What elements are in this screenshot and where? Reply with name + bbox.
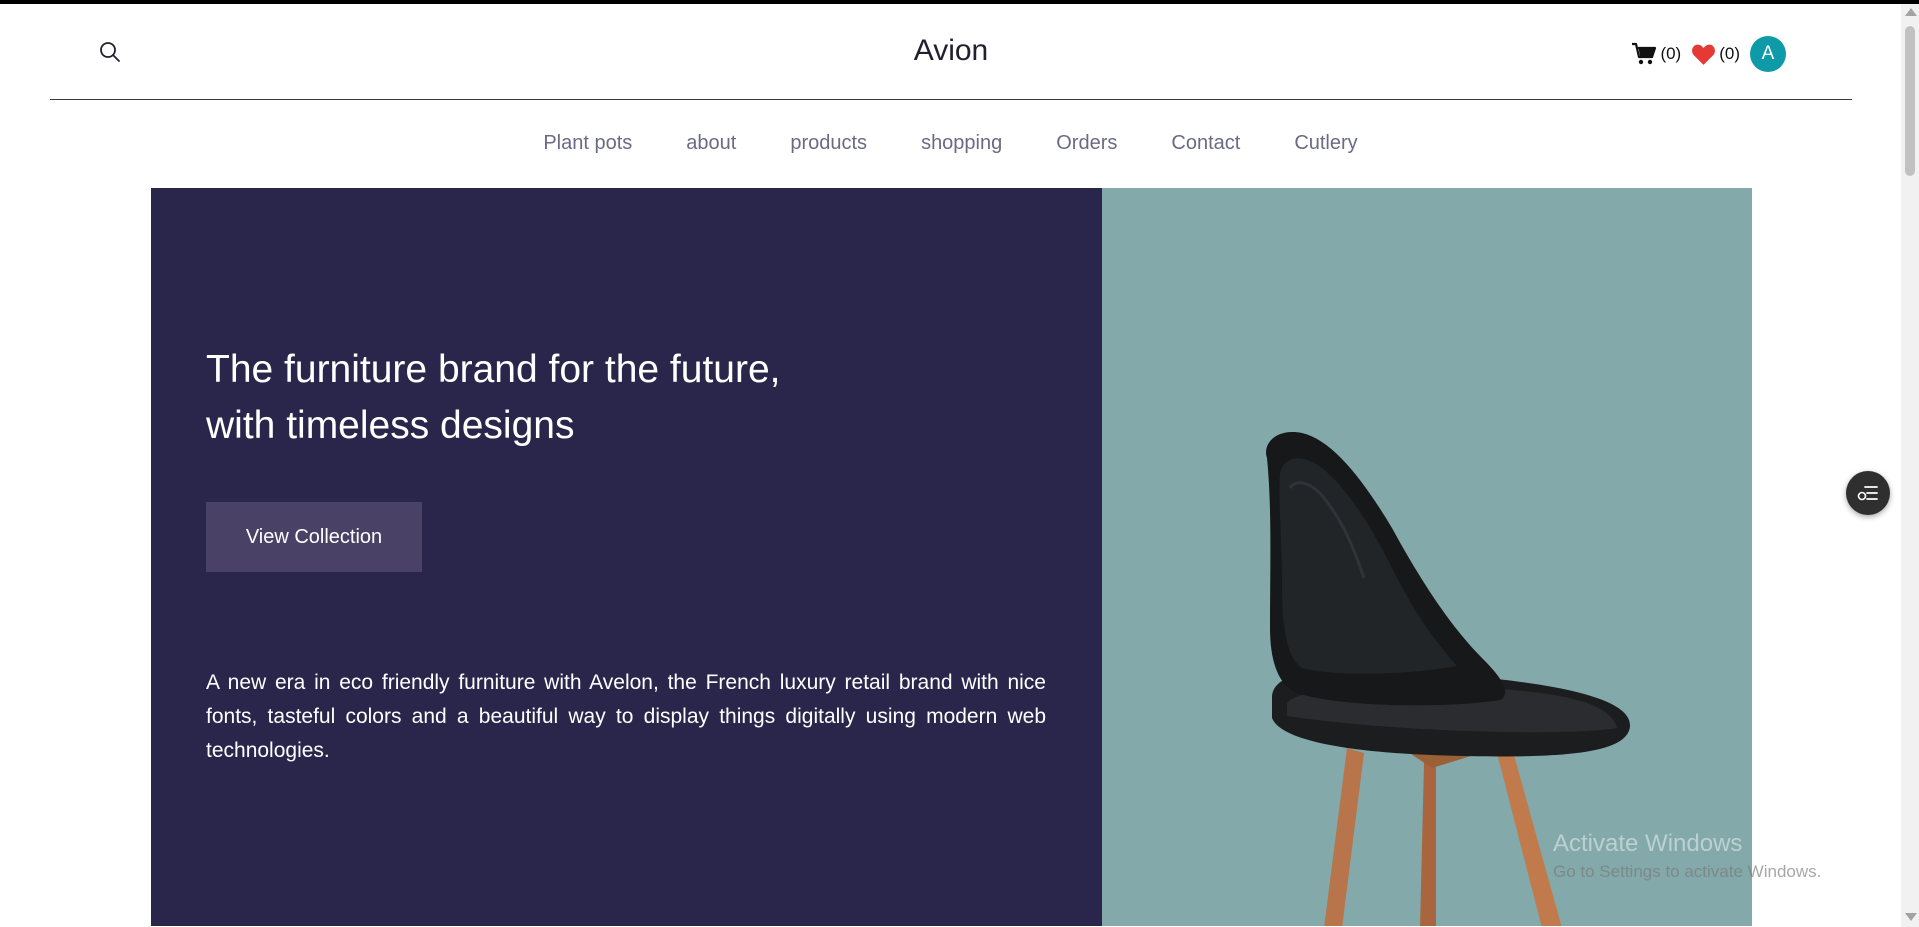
cart-button[interactable]: (0)	[1631, 42, 1681, 66]
nav-item-shopping[interactable]: shopping	[921, 132, 1002, 155]
wishlist-count: (0)	[1719, 44, 1740, 63]
nav-item-products[interactable]: products	[790, 132, 867, 155]
cart-count: (0)	[1660, 44, 1682, 63]
brand-logo[interactable]: Avion	[50, 34, 1852, 68]
site-header: Avion (0) (0) A	[50, 4, 1852, 100]
user-avatar[interactable]: A	[1750, 36, 1786, 72]
hero-text-panel: The furniture brand for the future, with…	[151, 188, 1102, 926]
view-collection-button[interactable]: View Collection	[206, 502, 422, 572]
hero-image-panel	[1102, 188, 1752, 926]
nav-item-orders[interactable]: Orders	[1056, 132, 1117, 155]
hero-description: A new era in eco friendly furniture with…	[206, 671, 1046, 762]
page-scrollbar[interactable]	[1901, 4, 1919, 927]
cart-icon	[1632, 42, 1657, 65]
page: Avion (0) (0) A Plant pots about product…	[0, 4, 1901, 927]
header-actions: (0) (0) A	[1631, 36, 1786, 72]
nav-item-cutlery[interactable]: Cutlery	[1294, 132, 1357, 155]
nav-item-about[interactable]: about	[686, 132, 736, 155]
scroll-up-arrow-icon[interactable]	[1905, 8, 1917, 16]
scroll-down-arrow-icon[interactable]	[1905, 913, 1917, 921]
chair-image	[1266, 432, 1631, 926]
os-activation-watermark: Activate Windows Go to Settings to activ…	[1553, 830, 1822, 881]
hero-title: The furniture brand for the future, with…	[206, 348, 781, 447]
nav-item-plant-pots[interactable]: Plant pots	[543, 132, 632, 155]
list-settings-icon	[1857, 486, 1878, 501]
hero-section: The furniture brand for the future, with…	[151, 188, 1752, 926]
floating-tools-button[interactable]	[1846, 471, 1890, 515]
wishlist-button[interactable]: (0)	[1691, 43, 1740, 66]
main-nav: Plant pots about products shopping Order…	[0, 132, 1901, 155]
scrollbar-thumb[interactable]	[1905, 26, 1915, 176]
heart-icon	[1692, 44, 1716, 65]
nav-item-contact[interactable]: Contact	[1171, 132, 1240, 155]
